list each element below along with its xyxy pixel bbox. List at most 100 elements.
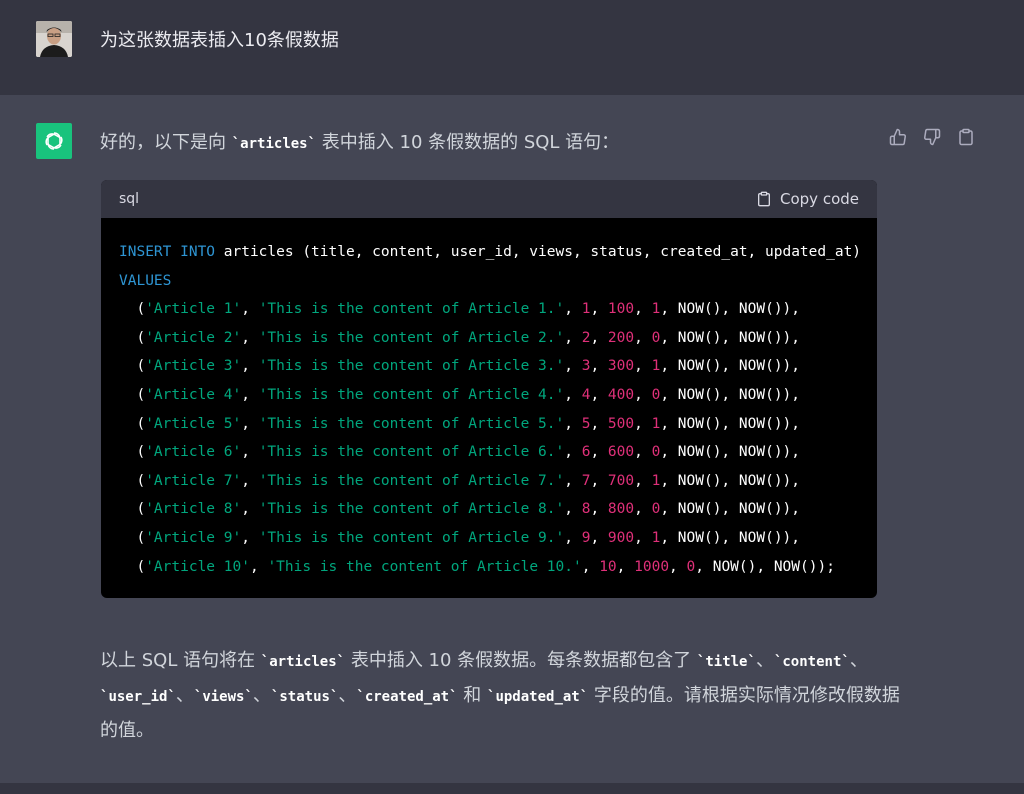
code-line-row: ('Article 4', 'This is the content of Ar…: [119, 381, 877, 410]
code-line-row: ('Article 5', 'This is the content of Ar…: [119, 410, 877, 439]
clipboard-icon: [758, 191, 770, 207]
code-punct: ,: [564, 415, 582, 432]
summary-code-content: content: [782, 654, 842, 670]
code-string: 'Article 9': [145, 529, 242, 546]
clipboard-icon[interactable]: [956, 127, 976, 147]
intro-table-code: articles: [240, 136, 308, 152]
code-header: sql Copy code: [101, 180, 877, 218]
code-content: INSERT INTO articles (title, content, us…: [101, 218, 877, 581]
user-avatar: [36, 21, 72, 57]
user-message-text: 为这张数据表插入10条假数据: [100, 30, 339, 51]
code-keyword-insert: INSERT INTO: [119, 244, 216, 260]
code-punct: ,: [634, 329, 652, 346]
code-punct: ,: [241, 329, 259, 346]
code-string: 'Article 8': [145, 501, 242, 518]
code-punct: (: [119, 501, 146, 518]
openai-logo-icon: [36, 123, 72, 159]
code-number: 300: [607, 358, 635, 375]
summary-sep: 、: [175, 685, 194, 706]
code-line-values: VALUES: [119, 267, 877, 296]
code-punct: ,: [634, 301, 652, 318]
code-punct: , NOW(), NOW()),: [660, 329, 801, 346]
code-string: 'This is the content of Article 1.': [258, 301, 565, 318]
summary-code-created-at: created_at: [364, 689, 450, 705]
code-punct: ,: [590, 329, 608, 346]
code-string: 'Article 3': [145, 358, 242, 375]
assistant-summary: 以上 SQL 语句将在 `articles` 表中插入 10 条假数据。每条数据…: [100, 650, 900, 741]
code-punct: ,: [669, 558, 687, 575]
code-string: 'This is the content of Article 5.': [258, 415, 565, 432]
code-punct: ,: [241, 301, 259, 318]
code-punct: , NOW(), NOW()),: [660, 529, 801, 546]
code-number: 800: [607, 501, 635, 518]
code-punct: ,: [241, 386, 259, 403]
thumbs-down-icon[interactable]: [922, 127, 942, 147]
code-punct: ,: [634, 358, 652, 375]
code-line-row: ('Article 7', 'This is the content of Ar…: [119, 467, 877, 496]
code-number: 200: [607, 329, 635, 346]
code-number: 100: [607, 301, 635, 318]
code-punct: , NOW(), NOW()),: [660, 301, 801, 318]
code-punct: (: [119, 472, 146, 489]
summary-code-title: title: [705, 654, 748, 670]
code-number: 500: [607, 415, 635, 432]
summary-code-updated-at: updated_at: [495, 689, 580, 705]
code-punct: (: [119, 329, 146, 346]
code-punct: ,: [241, 501, 259, 518]
code-line-row: ('Article 9', 'This is the content of Ar…: [119, 524, 877, 553]
code-punct: ,: [590, 472, 608, 489]
thumbs-up-icon[interactable]: [888, 127, 908, 147]
code-number: 900: [607, 529, 635, 546]
code-string: 'This is the content of Article 10.': [267, 558, 582, 575]
code-punct: (: [119, 386, 146, 403]
code-punct: ,: [564, 444, 582, 461]
code-punct: ,: [634, 501, 652, 518]
code-punct: ,: [590, 444, 608, 461]
code-punct: ,: [590, 529, 608, 546]
code-line-row: ('Article 2', 'This is the content of Ar…: [119, 324, 877, 353]
code-punct: ,: [634, 386, 652, 403]
code-string: 'This is the content of Article 3.': [258, 358, 565, 375]
code-punct: ,: [564, 386, 582, 403]
code-string: 'This is the content of Article 6.': [258, 444, 565, 461]
code-punct: ,: [564, 501, 582, 518]
code-line-row: ('Article 8', 'This is the content of Ar…: [119, 495, 877, 524]
summary-and: 和: [457, 685, 487, 706]
copy-code-button[interactable]: Copy code: [756, 190, 859, 208]
code-punct: (: [119, 415, 146, 432]
code-string: 'This is the content of Article 2.': [258, 329, 565, 346]
code-punct: (: [119, 444, 146, 461]
summary-code-status: status: [279, 689, 330, 705]
code-number: 400: [607, 386, 635, 403]
summary-code-articles: articles: [269, 654, 337, 670]
code-number: 600: [607, 444, 635, 461]
code-line-row: ('Article 6', 'This is the content of Ar…: [119, 438, 877, 467]
code-punct: ,: [634, 472, 652, 489]
message-actions: [888, 127, 976, 147]
code-string: 'This is the content of Article 4.': [258, 386, 565, 403]
code-punct: ,: [590, 415, 608, 432]
code-string: 'This is the content of Article 9.': [258, 529, 565, 546]
summary-text-1: 以上 SQL 语句将在: [100, 650, 261, 671]
code-punct: ,: [564, 301, 582, 318]
code-punct: ,: [634, 415, 652, 432]
summary-text-2: 表中插入 10 条假数据。每条数据都包含了: [345, 650, 697, 671]
code-line-row: ('Article 3', 'This is the content of Ar…: [119, 352, 877, 381]
code-string: 'This is the content of Article 7.': [258, 472, 565, 489]
code-string: 'Article 2': [145, 329, 242, 346]
summary-code-user-id: user_id: [108, 689, 168, 705]
code-number: 1000: [634, 558, 670, 575]
code-punct: ,: [634, 529, 652, 546]
code-insert-columns: articles (title, content, user_id, views…: [215, 244, 862, 260]
code-punct: ,: [634, 444, 652, 461]
summary-sep: 、: [252, 685, 271, 706]
code-string: 'Article 6': [145, 444, 242, 461]
code-punct: ,: [590, 358, 608, 375]
code-punct: ,: [616, 558, 635, 575]
code-punct: ,: [564, 472, 582, 489]
code-punct: , NOW(), NOW()),: [660, 358, 801, 375]
code-keyword-values: VALUES: [119, 272, 172, 289]
code-number: 0: [686, 558, 696, 575]
code-punct: ,: [241, 472, 259, 489]
code-punct: , NOW(), NOW()),: [660, 501, 801, 518]
